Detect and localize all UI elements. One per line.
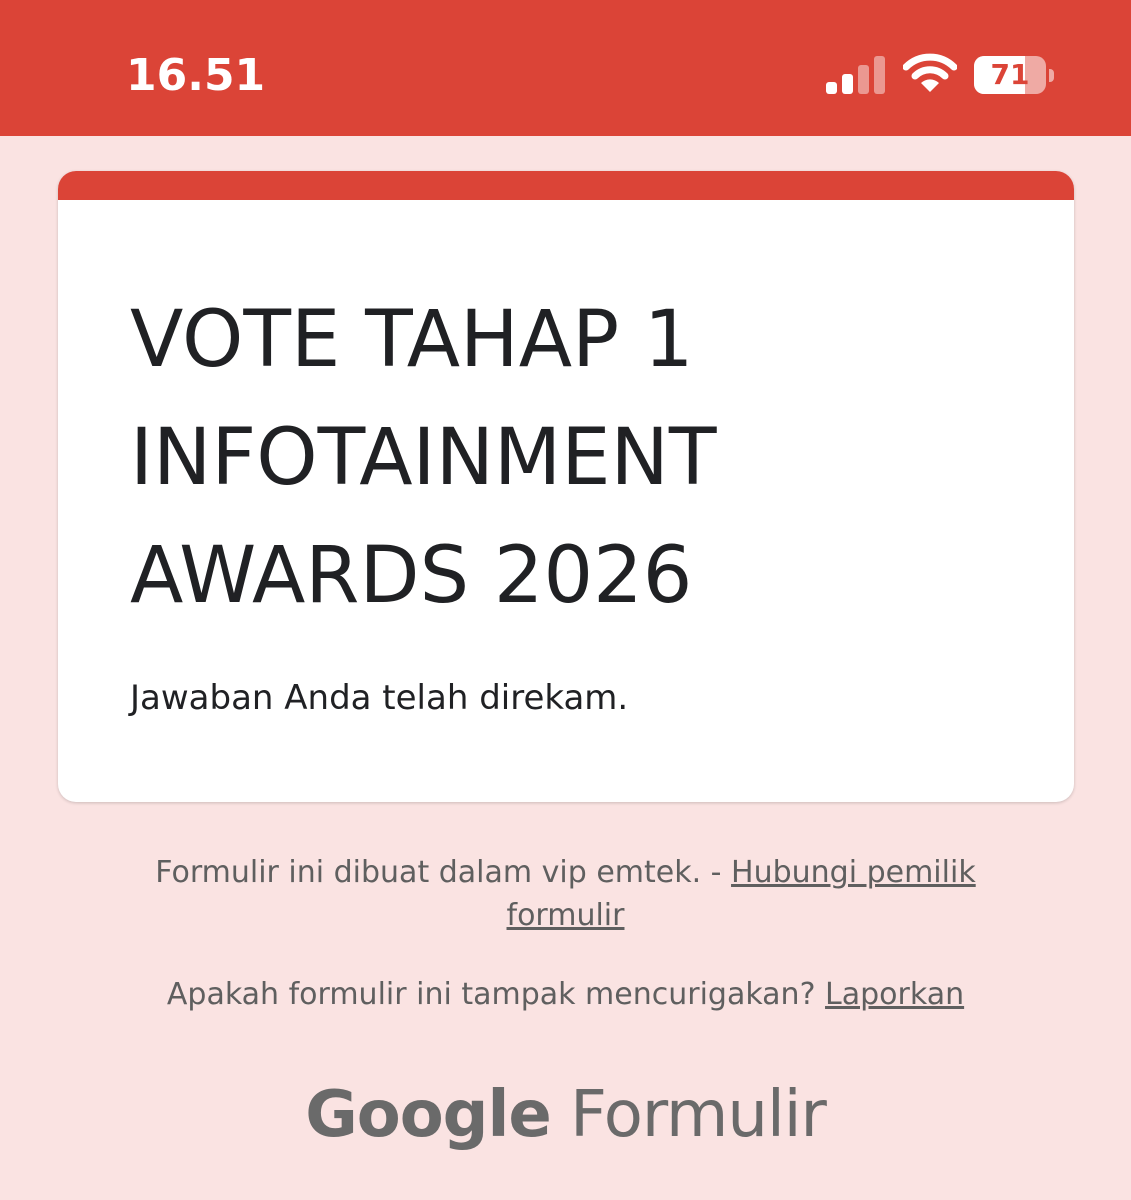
wifi-icon [903,53,957,92]
status-bar: 16.51 71 [0,0,1131,136]
logo-google-text: Google [305,1078,552,1152]
created-text: Formulir ini dibuat dalam vip emtek. - [155,855,732,890]
status-time: 16.51 [126,50,266,101]
confirmation-message: Jawaban Anda telah direkam. [130,678,629,718]
battery-body: 71 [974,56,1046,94]
battery-level: 71 [990,58,1030,91]
card-accent-bar [58,171,1074,200]
form-created-notice: Formulir ini dibuat dalam vip emtek. - H… [100,851,1031,937]
google-forms-logo[interactable]: Google Formulir [0,1075,1131,1155]
report-link[interactable]: Laporkan [825,977,964,1012]
signal-icon [826,56,885,94]
report-question: Apakah formulir ini tampak mencurigakan? [166,977,826,1012]
report-notice: Apakah formulir ini tampak mencurigakan?… [100,973,1031,1016]
form-title: VOTE TAHAP 1 INFOTAINMENT AWARDS 2026 [130,295,717,621]
battery-nub [1049,69,1054,82]
form-card: VOTE TAHAP 1 INFOTAINMENT AWARDS 2026 Ja… [58,171,1074,802]
signal-bar [858,65,869,94]
signal-bar [842,74,853,94]
battery-icon: 71 [974,56,1056,96]
signal-bar [874,56,885,94]
logo-product-text: Formulir [570,1078,827,1152]
signal-bar [826,82,837,94]
